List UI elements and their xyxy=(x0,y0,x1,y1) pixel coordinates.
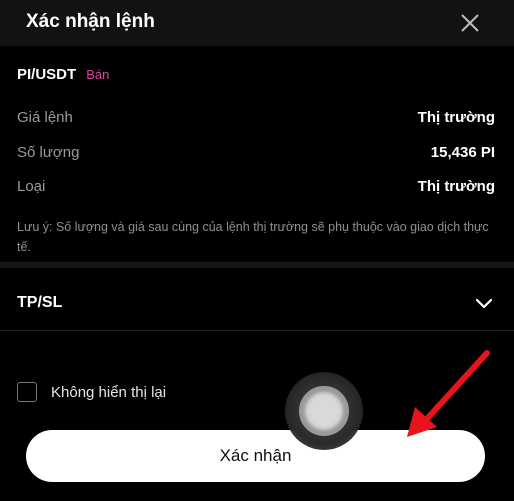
info-row-type: Loại Thị trường xyxy=(17,175,495,197)
tpsl-toggle[interactable]: TP/SL xyxy=(17,290,495,316)
info-value: Thị trường xyxy=(417,108,495,126)
dont-show-again-checkbox[interactable]: Không hiển thị lại xyxy=(17,380,166,404)
info-value: Thị trường xyxy=(417,177,495,195)
checkbox-label: Không hiển thị lại xyxy=(51,383,167,401)
info-row-quantity: Số lượng 15,436 PI xyxy=(17,141,495,163)
red-arrow-annotation xyxy=(407,350,490,437)
tpsl-label: TP/SL xyxy=(17,294,63,311)
info-row-price: Giá lệnh Thị trường xyxy=(17,106,495,128)
checkbox-box[interactable] xyxy=(17,382,37,402)
info-label: Số lượng xyxy=(17,143,80,161)
section-divider xyxy=(0,262,514,268)
info-value: 15,436 PI xyxy=(430,143,495,161)
chevron-down-icon xyxy=(475,298,493,309)
assistive-touch-button[interactable] xyxy=(285,372,363,450)
assistive-touch-core xyxy=(299,386,349,436)
info-label: Loại xyxy=(17,177,46,195)
pair-row: PI/USDT Bán xyxy=(17,64,109,84)
divider-line xyxy=(0,330,514,331)
dialog-header: Xác nhận lệnh xyxy=(0,0,514,46)
order-note: Lưu ý: Số lượng và giá sau cùng của lệnh… xyxy=(17,220,489,254)
close-icon xyxy=(461,14,479,32)
order-side-badge: Bán xyxy=(86,66,110,82)
confirm-button-label: Xác nhận xyxy=(219,446,292,465)
info-label: Giá lệnh xyxy=(17,108,73,126)
close-button[interactable] xyxy=(455,8,485,38)
dialog-title: Xác nhận lệnh xyxy=(26,11,155,32)
trading-pair: PI/USDT xyxy=(17,65,77,83)
